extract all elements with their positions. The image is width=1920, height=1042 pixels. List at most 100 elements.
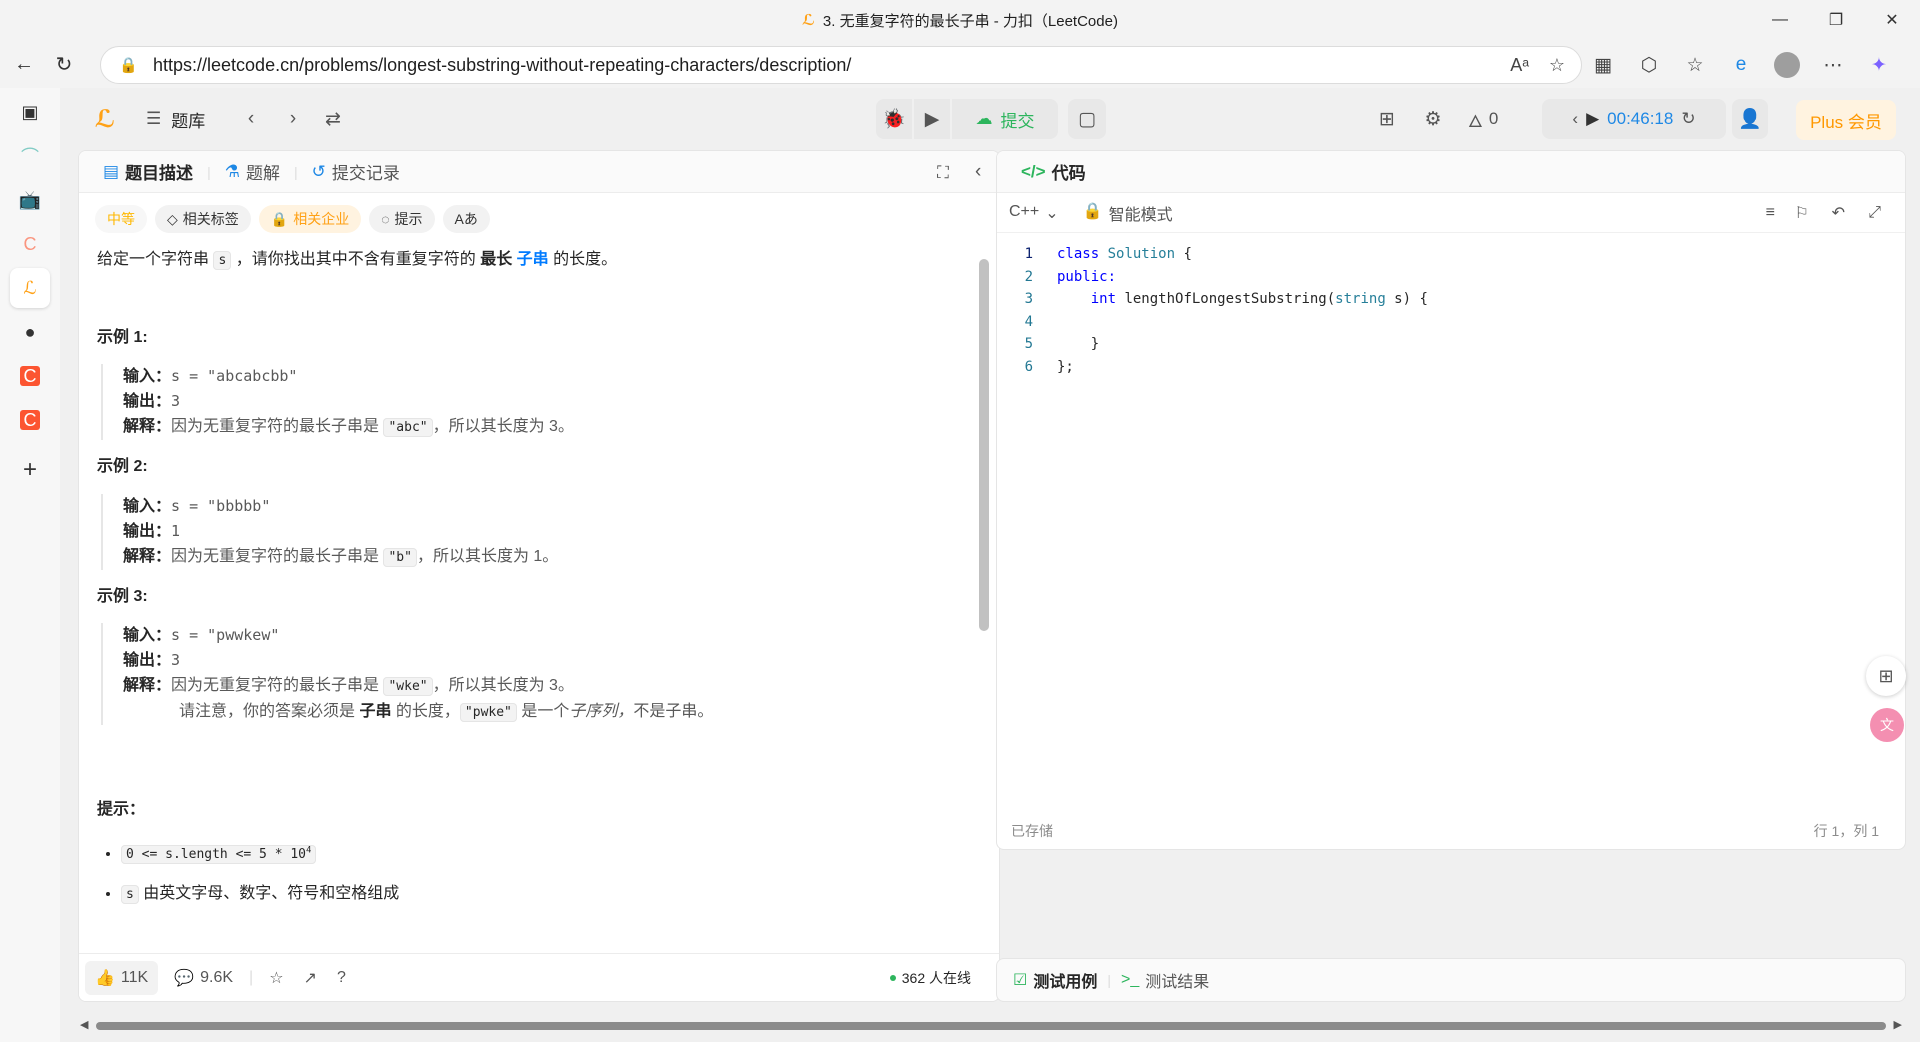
scroll-right-icon[interactable]: ▶ — [1894, 1018, 1902, 1031]
format-icon[interactable]: ≡ — [1766, 204, 1775, 222]
horizontal-scroll-thumb[interactable] — [96, 1022, 1886, 1030]
scroll-left-icon[interactable]: ◀ — [80, 1018, 88, 1031]
random-problem-button[interactable]: ⇄ — [318, 99, 348, 139]
minimize-button[interactable]: — — [1752, 0, 1808, 40]
close-button[interactable]: ✕ — [1864, 0, 1920, 40]
line-number: 2 — [1024, 268, 1033, 285]
collapse-icon[interactable]: ‹ — [975, 161, 981, 183]
tab-submissions[interactable]: ↺ 提交记录 — [302, 159, 410, 184]
tab-testcase[interactable]: ☑ 测试用例 — [1013, 968, 1097, 992]
leetcode-logo[interactable]: ℒ — [90, 99, 120, 139]
streak-counter[interactable]: 🜂 0 — [1468, 99, 1498, 139]
add-icon[interactable]: + — [10, 450, 50, 490]
example-3-output: 3 — [171, 651, 181, 670]
debug-button[interactable]: 🐞 — [876, 99, 912, 139]
share-icon: ↗ — [303, 969, 317, 987]
next-problem-button[interactable]: › — [278, 99, 308, 139]
url-bar[interactable]: 🔒 https://leetcode.cn/problems/longest-s… — [100, 46, 1582, 84]
tab-code[interactable]: </> 代码 — [1011, 159, 1096, 184]
settings-icon[interactable]: ⚙ — [1418, 99, 1448, 139]
like-button[interactable]: 👍 11K — [85, 960, 159, 995]
refresh-button[interactable]: ↻ — [44, 44, 84, 84]
more-icon[interactable]: ⋯ — [1810, 50, 1856, 80]
code-type: string — [1335, 291, 1386, 308]
example-3-note-bold: 子串 — [359, 703, 392, 721]
company-tags-button[interactable]: 🔒 相关企业 — [258, 205, 362, 233]
horizontal-scrollbar[interactable]: ◀ ▶ — [78, 1018, 1902, 1032]
app-icon-1[interactable]: ⌒ — [10, 136, 50, 176]
constraint-1-text: 0 <= s.length <= 5 * 10 — [126, 846, 307, 862]
statement-paragraph: 给定一个字符串 s ，请你找出其中不含有重复字符的 最长 子串 的长度。 — [97, 247, 981, 273]
favorite-button[interactable]: ☆ — [259, 961, 293, 995]
github-icon[interactable]: ● — [10, 312, 50, 352]
fullscreen-icon[interactable]: ⛶ — [937, 163, 949, 183]
reset-code-icon[interactable]: ↶ — [1832, 203, 1845, 223]
plus-member-button[interactable]: Plus 会员 — [1796, 100, 1896, 140]
browser-titlebar: ℒ 3. 无重复字符的最长子串 - 力扣（LeetCode) — ❐ ✕ — [0, 0, 1920, 40]
collections-icon[interactable]: e — [1718, 50, 1764, 80]
expand-icon[interactable]: ⤢ — [1868, 204, 1881, 222]
share-button[interactable]: ↗ — [294, 961, 327, 995]
app-topbar: ℒ ☰ 题库 ‹ › ⇄ 🐞 ▶ ☁ 提交 ▢ ⊞ ⚙ 🜂 0 ‹ ▶ 00:4… — [64, 88, 1920, 150]
tab-solutions[interactable]: ⚗ 题解 — [215, 159, 290, 184]
csdn-icon-2[interactable]: C — [10, 356, 50, 396]
layout-icon[interactable]: ⊞ — [1372, 99, 1402, 139]
example-3-explain: 因为无重复字符的最长子串是 — [171, 677, 384, 695]
qr-code-icon[interactable]: ▦ — [1580, 50, 1626, 80]
difficulty-badge: 中等 — [95, 205, 147, 233]
csdn-icon-3[interactable]: C — [10, 400, 50, 440]
floating-apps-button[interactable]: ⊞ — [1866, 656, 1906, 696]
url-text[interactable]: https://leetcode.cn/problems/longest-sub… — [153, 55, 851, 76]
favorites-icon[interactable]: ☆ — [1672, 50, 1718, 80]
reset-icon[interactable]: ↻ — [1681, 109, 1695, 129]
language-select[interactable]: C++ ⌄ — [1009, 203, 1059, 223]
translate-button[interactable]: Aあ — [442, 205, 490, 233]
extensions-icon[interactable]: ⬡ — [1626, 50, 1672, 80]
comments-button[interactable]: 💬 9.6K — [164, 961, 243, 995]
favorite-star-icon[interactable]: ☆ — [1549, 55, 1565, 76]
code-line: 1 class Solution { — [997, 243, 1905, 266]
substring-link[interactable]: 子串 — [517, 251, 549, 268]
notes-button[interactable]: ▢ — [1068, 99, 1106, 139]
problem-list-button[interactable]: ☰ 题库 — [146, 99, 205, 139]
statement-longest: 最长 — [480, 251, 513, 268]
tab-description[interactable]: ▤ 题目描述 — [93, 159, 203, 184]
add-friend-button[interactable]: 👤 — [1732, 99, 1768, 139]
constraint-2-text: 由英文字母、数字、符号和空格组成 — [138, 884, 400, 902]
run-button[interactable]: ▶ — [914, 99, 950, 139]
explain-label: 解释： — [123, 418, 172, 436]
statement-text-2: ，请你找出其中不含有重复字符的 — [231, 251, 481, 268]
prev-problem-button[interactable]: ‹ — [236, 99, 266, 139]
profile-icon[interactable] — [1764, 50, 1810, 80]
read-aloud-icon[interactable]: A͏ᵃ — [1510, 55, 1529, 76]
play-icon[interactable]: ▶ — [1586, 109, 1599, 129]
browser-sidebar: ▣ ⌒ 📺 C ℒ ● C C + — [0, 88, 60, 1042]
bilibili-icon[interactable]: 📺 — [10, 180, 50, 220]
description-scrollbar[interactable] — [979, 259, 989, 631]
help-button[interactable]: ? — [327, 961, 356, 995]
csdn-icon-1[interactable]: C — [10, 224, 50, 264]
code-panel-header: </> 代码 — [997, 151, 1905, 193]
hint-button[interactable]: ◌ 提示 — [369, 205, 435, 233]
like-count: 11K — [120, 968, 149, 986]
back-button[interactable]: ← — [4, 44, 44, 84]
smart-mode-toggle[interactable]: 🔒 智能模式 — [1083, 201, 1173, 225]
input-label: 输入： — [123, 497, 172, 515]
topic-tags-button[interactable]: ◇ 相关标签 — [155, 205, 251, 233]
copilot-icon[interactable]: ✦ — [1856, 50, 1902, 80]
output-label: 输出： — [123, 652, 172, 670]
restore-button[interactable]: ❐ — [1808, 0, 1864, 40]
timer-value: 00:46:18 — [1607, 109, 1674, 128]
bookmark-icon[interactable]: ⚐ — [1795, 203, 1809, 223]
leetcode-icon[interactable]: ℒ — [10, 268, 50, 308]
floating-translate-button[interactable]: 文 — [1870, 708, 1904, 742]
timer-widget[interactable]: ‹ ▶ 00:46:18 ↻ — [1542, 99, 1726, 139]
code-editor[interactable]: 1 class Solution { 2 public: 3 int lengthO… — [997, 233, 1905, 378]
tabs-icon[interactable]: ▣ — [10, 92, 50, 132]
chevron-left-icon[interactable]: ‹ — [1572, 109, 1578, 129]
tab-testresult[interactable]: >_ 测试结果 — [1121, 968, 1209, 992]
submit-button[interactable]: ☁ 提交 — [952, 99, 1058, 139]
example-3-note-code: "pwke" — [459, 703, 517, 723]
example-3-note-mid: 的长度， — [391, 703, 460, 721]
lock-icon: 🔒 — [270, 210, 289, 227]
